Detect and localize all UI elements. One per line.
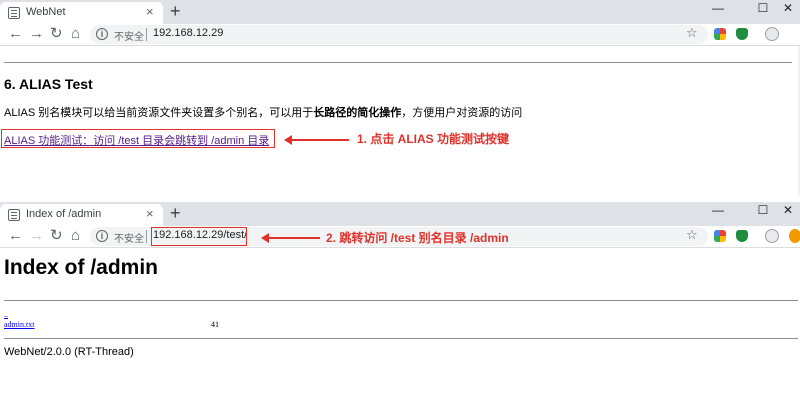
browser-window-1: WebNet × + — ☐ ✕ ← → ↻ ⌂ i 不安全 192.168.1…: [0, 0, 800, 196]
new-tab-button[interactable]: +: [170, 203, 181, 223]
file-size: 41: [211, 320, 219, 329]
tab-title: WebNet: [26, 6, 66, 18]
star-icon[interactable]: ☆: [686, 25, 698, 41]
shield-ext-icon[interactable]: [736, 230, 748, 242]
annotation-arrow: [261, 233, 320, 243]
minimize-button[interactable]: —: [700, 0, 736, 22]
shield-ext-icon[interactable]: [736, 28, 748, 40]
tab-strip: WebNet × + — ☐ ✕: [0, 0, 800, 24]
file-link-admin-txt[interactable]: admin.txt: [4, 320, 34, 329]
browser-window-2: Index of /admin × + — ☐ ✕ ← → ↻ ⌂ i 不安全 …: [0, 202, 800, 400]
annotation-step-1: 1. 点击 ALIAS 功能测试按键: [357, 132, 510, 146]
parent-dir-link[interactable]: ..: [4, 310, 8, 319]
close-window-button[interactable]: ✕: [770, 202, 800, 224]
extension-icon[interactable]: [789, 229, 800, 243]
divider-top: [4, 300, 798, 301]
avatar-icon[interactable]: [765, 27, 779, 41]
highlight-box: [1, 129, 275, 148]
section-heading: 6. ALIAS Test: [4, 76, 93, 92]
minimize-button[interactable]: —: [700, 202, 736, 224]
star-icon[interactable]: ☆: [686, 227, 698, 243]
tab-close-icon[interactable]: ×: [146, 5, 154, 19]
tab-webnet[interactable]: WebNet ×: [0, 2, 163, 24]
reload-button[interactable]: ↻: [50, 25, 63, 43]
address-separator: [146, 28, 147, 41]
tab-index-admin[interactable]: Index of /admin ×: [0, 204, 163, 226]
tab-close-icon[interactable]: ×: [146, 207, 154, 221]
url-text[interactable]: 192.168.12.29: [153, 27, 223, 39]
info-icon[interactable]: i: [96, 28, 108, 40]
address-bar[interactable]: i 不安全 192.168.12.29: [90, 25, 708, 44]
new-tab-button[interactable]: +: [170, 1, 181, 21]
forward-button[interactable]: →: [29, 25, 44, 43]
browser-toolbar: ← → ↻ ⌂ i 不安全 192.168.12.29/test/ 2. 跳转访…: [0, 226, 800, 248]
avatar-icon[interactable]: [765, 229, 779, 243]
google-ext-icon[interactable]: [714, 28, 726, 40]
security-label: 不安全: [114, 32, 144, 43]
home-button[interactable]: ⌂: [71, 227, 80, 245]
divider-bottom: [4, 338, 798, 339]
home-button[interactable]: ⌂: [71, 25, 80, 43]
forward-button: →: [29, 227, 44, 244]
close-window-button[interactable]: ✕: [770, 0, 800, 22]
address-separator: [146, 230, 147, 243]
description-bold: 长路径的简化操作: [313, 107, 402, 119]
info-icon[interactable]: i: [96, 230, 108, 242]
back-button[interactable]: ←: [8, 25, 23, 43]
favicon-icon: [8, 209, 20, 221]
divider: [4, 62, 792, 63]
tab-title: Index of /admin: [26, 208, 102, 220]
tab-strip: Index of /admin × + — ☐ ✕: [0, 202, 800, 226]
favicon-icon: [8, 7, 20, 19]
reload-button[interactable]: ↻: [50, 227, 63, 245]
server-footer: WebNet/2.0.0 (RT-Thread): [4, 346, 134, 358]
google-ext-icon[interactable]: [714, 230, 726, 242]
url-highlight-box: [151, 227, 247, 246]
browser-toolbar: ← → ↻ ⌂ i 不安全 192.168.12.29 ☆: [0, 24, 800, 46]
back-button[interactable]: ←: [8, 227, 23, 245]
security-label: 不安全: [114, 234, 144, 245]
page-title: Index of /admin: [4, 256, 159, 279]
annotation-arrow: [284, 135, 349, 145]
annotation-step-2: 2. 跳转访问 /test 别名目录 /admin: [326, 231, 509, 245]
description-text: ALIAS 别名模块可以给当前资源文件夹设置多个别名，可以用于长路径的简化操作，…: [4, 107, 523, 119]
